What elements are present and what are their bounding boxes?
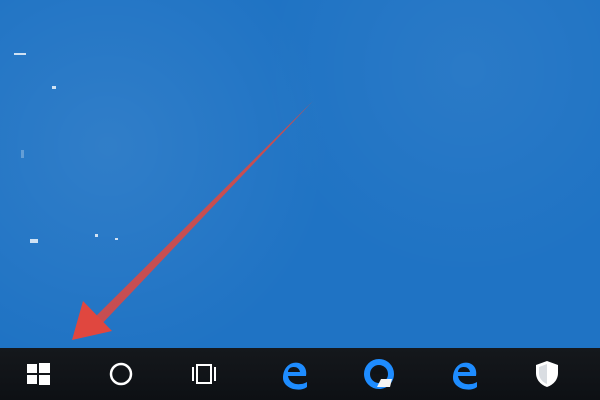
task-view-button[interactable]	[184, 354, 224, 394]
windows-logo-icon	[27, 363, 50, 385]
edge-taskbar-button[interactable]	[273, 354, 313, 394]
desktop-lighting	[0, 0, 600, 348]
desktop-speck	[52, 86, 56, 89]
desktop-background	[0, 0, 600, 348]
desktop-speck	[115, 238, 118, 240]
security-button[interactable]	[527, 354, 567, 394]
edge-icon	[283, 362, 307, 390]
edge-taskbar-button[interactable]	[443, 354, 483, 394]
edge-icon	[453, 362, 477, 390]
desktop-speck	[14, 53, 26, 55]
desktop-speck	[95, 234, 98, 237]
edge-icon	[364, 359, 394, 389]
edge-taskbar-button[interactable]	[359, 354, 399, 394]
desktop-speck	[30, 239, 38, 243]
search-circle-icon	[109, 362, 133, 386]
task-view-icon	[192, 364, 216, 384]
search-button[interactable]	[101, 354, 141, 394]
shield-icon	[536, 361, 558, 387]
start-button[interactable]	[18, 354, 58, 394]
taskbar	[0, 348, 600, 400]
desktop-speck	[21, 150, 24, 158]
